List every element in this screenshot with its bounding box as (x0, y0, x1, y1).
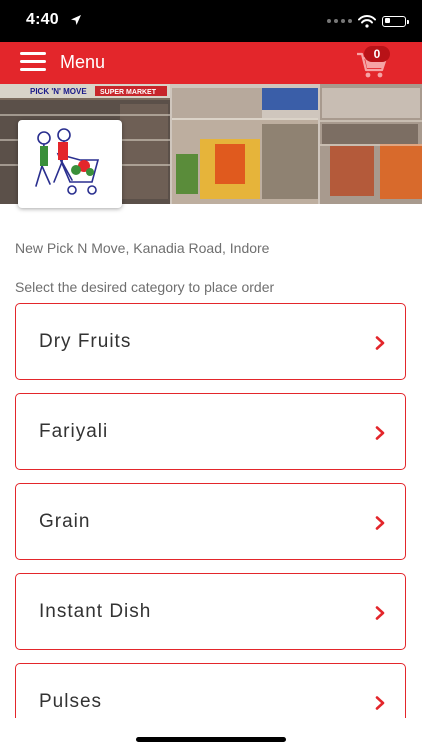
wifi-icon (358, 14, 376, 28)
category-label: Dry Fruits (39, 331, 132, 352)
battery-icon (382, 15, 409, 27)
location-arrow-icon (71, 15, 81, 25)
cart-count-badge[interactable]: 0 (364, 46, 390, 62)
status-time: 4:40 (26, 11, 59, 28)
app-bar: Menu (0, 42, 422, 84)
shop-sign-text-2: SUPER MARKET (100, 89, 157, 96)
hamburger-menu-icon[interactable] (20, 52, 46, 72)
category-label: Instant Dish (39, 601, 152, 622)
category-instruction: Select the desired category to place ord… (15, 279, 275, 295)
category-item-dry-fruits[interactable]: Dry Fruits (15, 303, 406, 380)
category-item-grain[interactable]: Grain (15, 483, 406, 560)
store-logo-image (35, 128, 100, 195)
store-logo (18, 120, 122, 208)
home-indicator[interactable] (136, 737, 286, 742)
chevron-right-icon (375, 336, 385, 350)
category-label: Fariyali (39, 421, 109, 442)
status-bar: 4:40 (0, 0, 422, 42)
shop-sign-text: PICK 'N' MOVE (30, 87, 87, 96)
store-address: New Pick N Move, Kanadia Road, Indore (15, 240, 270, 256)
status-icons (327, 11, 409, 31)
category-label: Grain (39, 511, 91, 532)
chevron-right-icon (375, 426, 385, 440)
chevron-right-icon (375, 696, 385, 710)
battery-fill (384, 18, 390, 23)
cellular-signal-icon (327, 19, 352, 23)
category-list: Dry Fruits Fariyali Grain Instant Dish P… (15, 303, 406, 753)
category-item-instant-dish[interactable]: Instant Dish (15, 573, 406, 650)
category-label: Pulses (39, 691, 103, 712)
chevron-right-icon (375, 516, 385, 530)
menu-label[interactable]: Menu (60, 52, 105, 73)
chevron-right-icon (375, 606, 385, 620)
category-item-fariyali[interactable]: Fariyali (15, 393, 406, 470)
bottom-safe-area (0, 718, 422, 750)
